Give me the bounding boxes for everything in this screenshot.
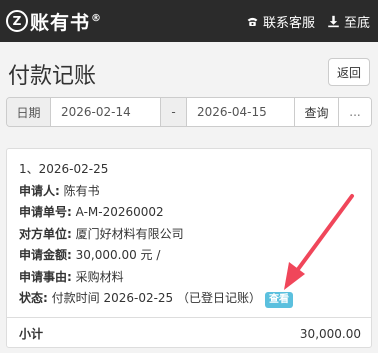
page-title: 付款记账 (8, 64, 97, 89)
contact-support-label: 联系客服 (262, 16, 315, 31)
subtotal-value: 30,000.00 (299, 326, 361, 341)
app-logo[interactable]: Z 账有书® (6, 8, 102, 34)
download-icon (328, 15, 339, 28)
back-button[interactable]: 返回 (328, 58, 370, 86)
more-button[interactable]: ... (339, 98, 371, 126)
logo-mark-icon: Z (6, 10, 28, 32)
scroll-bottom-link[interactable]: 至底 (327, 12, 370, 31)
contact-support-link[interactable]: 联系客服 (246, 12, 315, 31)
start-date-input[interactable]: 2026-02-14 (51, 98, 161, 126)
scroll-bottom-label: 至底 (343, 16, 370, 31)
reason-row: 申请事由: 采购材料 (19, 269, 124, 284)
top-navbar: Z 账有书® 联系客服 至底 (0, 0, 378, 42)
view-button[interactable]: 查看 (265, 292, 294, 308)
amount-row: 申请金额: 30,000.00 元 / (19, 248, 161, 262)
phone-icon (247, 17, 258, 26)
date-separator: - (161, 98, 187, 126)
payment-record-card: 1、2026-02-25 申请人: 陈有书 申请单号: A-M-20260002… (6, 148, 372, 348)
app-name: 账有书® (30, 11, 103, 34)
subtotal-row: 小计 30,000.00 (7, 317, 371, 349)
record-index-date: 1、2026-02-25 (19, 162, 109, 176)
date-filter-bar: 日期 2026-02-14 - 2026-04-15 查询 ... (6, 97, 372, 127)
date-label: 日期 (7, 98, 51, 126)
subtotal-label: 小计 (19, 327, 44, 341)
end-date-input[interactable]: 2026-04-15 (187, 98, 295, 126)
nav-right: 联系客服 至底 (246, 12, 370, 31)
status-row: 状态: 付款时间 2026-02-25 （已登日记账） 查看 (19, 288, 359, 310)
apply-no-row: 申请单号: A-M-20260002 (19, 205, 164, 219)
query-button[interactable]: 查询 (295, 98, 339, 126)
counterparty-row: 对方单位: 厦门好材料有限公司 (19, 226, 184, 241)
applicant-row: 申请人: 陈有书 (19, 183, 100, 198)
